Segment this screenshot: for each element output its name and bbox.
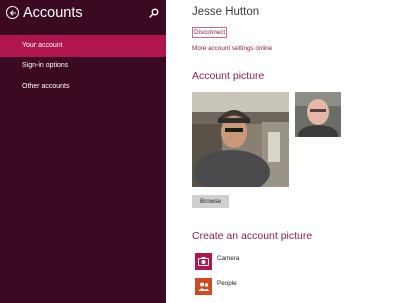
- sidebar-title: Accounts: [23, 5, 83, 21]
- account-name: Jesse Hutton: [192, 6, 260, 18]
- sidebar-item-label: Your account: [22, 42, 63, 49]
- sidebar-item-sign-in-options[interactable]: Sign-in options: [0, 55, 166, 77]
- camera-label: Camera: [217, 255, 240, 262]
- people-icon: [195, 278, 212, 295]
- sidebar-item-label: Other accounts: [22, 83, 70, 90]
- more-account-settings-link[interactable]: More account settings online: [192, 44, 272, 53]
- account-picture-secondary-image[interactable]: [295, 92, 341, 137]
- back-arrow-icon[interactable]: [6, 6, 19, 19]
- people-label: People: [217, 280, 237, 287]
- sidebar: Accounts Your account Sign-in options Ot…: [0, 0, 166, 303]
- camera-icon: [195, 253, 212, 270]
- create-account-picture-title: Create an account picture: [192, 230, 313, 242]
- disconnect-link[interactable]: Disconnect: [192, 27, 228, 38]
- sidebar-item-your-account[interactable]: Your account: [0, 35, 166, 57]
- search-icon[interactable]: [149, 8, 159, 18]
- account-picture-title: Account picture: [192, 70, 265, 82]
- account-picture-image: [192, 92, 289, 187]
- sidebar-item-other-accounts[interactable]: Other accounts: [0, 76, 166, 98]
- browse-button[interactable]: Browse: [192, 195, 229, 208]
- sidebar-item-label: Sign-in options: [22, 62, 69, 69]
